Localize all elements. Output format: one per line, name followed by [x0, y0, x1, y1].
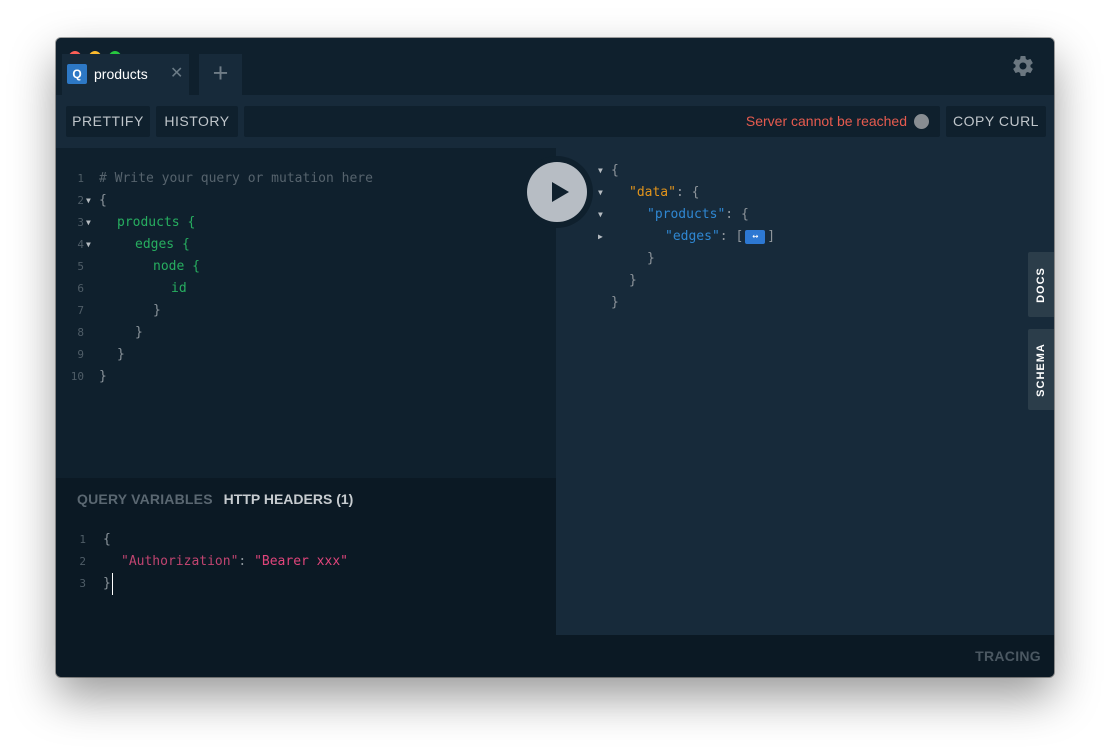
endpoint-url-input[interactable]: Server cannot be reached [244, 106, 940, 137]
code-line: products { [117, 215, 196, 230]
toolbar: PRETTIFY HISTORY Server cannot be reache… [56, 95, 1054, 148]
play-icon [552, 182, 569, 202]
code-line: id [171, 281, 187, 296]
header-value: "Bearer xxx" [254, 554, 348, 569]
playground-window: Q products ✕ + PRETTIFY HISTORY Server c… [56, 38, 1054, 677]
execute-button-ring [521, 156, 593, 228]
footer: TRACING [56, 635, 1054, 677]
line-number: 3 [77, 216, 84, 229]
code-line: } [153, 303, 161, 318]
line-number: 4 [77, 238, 84, 251]
result-bracket: ] [767, 229, 776, 244]
header-key: "Authorization" [121, 554, 239, 569]
code-line: } [117, 347, 125, 362]
line-number: 10 [70, 370, 84, 383]
fold-arrow-icon[interactable]: ▼ [86, 190, 91, 212]
variables-panel: QUERY VARIABLES HTTP HEADERS (1) 1 2 3 {… [56, 478, 556, 635]
result-key: "edges" [665, 229, 720, 244]
result-line: "edges": [↔] [665, 226, 775, 248]
tab-bar: Q products ✕ + [56, 38, 1054, 95]
copy-curl-button[interactable]: COPY CURL [946, 106, 1046, 137]
tab-products[interactable]: Q products ✕ [62, 54, 189, 95]
result-line: { [611, 163, 619, 178]
line-number: 9 [77, 348, 84, 361]
expand-arrow-icon[interactable]: ▶ [598, 226, 603, 248]
collapsed-array-icon[interactable]: ↔ [745, 229, 766, 244]
code-line: } [99, 369, 107, 384]
line-number: 1 [77, 172, 84, 185]
code-line: } [135, 325, 143, 340]
header-separator: : [238, 554, 255, 569]
result-bracket: [ [735, 229, 744, 244]
fold-arrow-icon[interactable]: ▼ [598, 182, 603, 204]
line-number: 5 [77, 260, 84, 273]
gear-icon[interactable] [1011, 54, 1035, 78]
line-number: 7 [77, 304, 84, 317]
docs-tab-label: DOCS [1035, 266, 1047, 303]
tab-query-variables[interactable]: QUERY VARIABLES [77, 491, 213, 507]
code-line: } [103, 576, 111, 591]
line-number: 2 [77, 194, 84, 207]
fold-arrow-icon[interactable]: ▼ [598, 160, 603, 182]
result-brace: { [740, 207, 749, 222]
fold-arrow-icon[interactable]: ▼ [86, 212, 91, 234]
result-colon: : [675, 185, 692, 200]
result-viewer: ▼ ▼ ▼ ▶ { "data": { "products": { "edges… [556, 148, 1054, 635]
tracing-button[interactable]: TRACING [975, 648, 1041, 664]
code-line: { [103, 532, 111, 547]
result-key: "products" [647, 207, 726, 222]
line-number: 1 [79, 533, 86, 546]
code-line: # Write your query or mutation here [99, 171, 373, 186]
variables-tabs: QUERY VARIABLES HTTP HEADERS (1) [77, 491, 353, 507]
query-editor[interactable]: 1 2 3 4 5 6 7 8 9 10 ▼ ▼ ▼ # Write your … [56, 148, 556, 478]
result-key: "data" [629, 185, 676, 200]
close-tab-icon[interactable]: ✕ [170, 63, 183, 83]
server-status-text: Server cannot be reached [745, 113, 907, 129]
prettify-button[interactable]: PRETTIFY [66, 106, 150, 137]
result-line: } [629, 273, 637, 288]
code-line: node { [153, 259, 200, 274]
result-brace: { [691, 185, 700, 200]
query-badge: Q [67, 64, 87, 84]
line-number: 8 [77, 326, 84, 339]
server-status-indicator [914, 114, 929, 129]
result-colon: : [725, 207, 741, 222]
tab-http-headers[interactable]: HTTP HEADERS (1) [224, 491, 354, 507]
code-line: { [99, 193, 107, 208]
text-cursor [112, 573, 113, 595]
result-colon: : [719, 229, 736, 244]
result-line: } [647, 251, 655, 266]
code-line: "Authorization": "Bearer xxx" [121, 551, 348, 573]
line-number: 2 [79, 555, 86, 568]
execute-query-button[interactable] [527, 162, 587, 222]
docs-tab[interactable]: DOCS [1028, 252, 1054, 317]
line-number: 3 [79, 577, 86, 590]
schema-tab[interactable]: SCHEMA [1028, 329, 1054, 410]
fold-arrow-icon[interactable]: ▼ [86, 234, 91, 256]
result-line: "products": { [647, 204, 749, 226]
result-line: } [611, 295, 619, 310]
result-line: "data": { [629, 182, 699, 204]
add-tab-button[interactable]: + [199, 54, 242, 95]
history-button[interactable]: HISTORY [156, 106, 238, 137]
schema-tab-label: SCHEMA [1035, 342, 1047, 397]
line-number: 6 [77, 282, 84, 295]
tab-title: products [94, 66, 148, 82]
code-line: edges { [135, 237, 190, 252]
fold-arrow-icon[interactable]: ▼ [598, 204, 603, 226]
